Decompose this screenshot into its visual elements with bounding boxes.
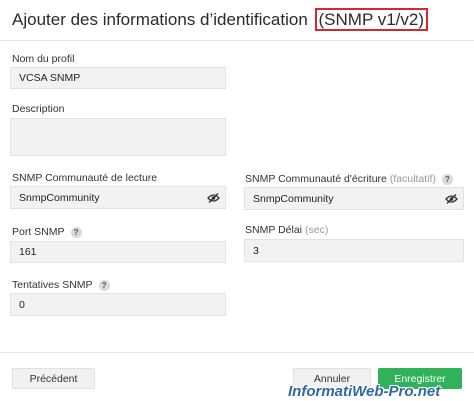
read-community-input[interactable]: SnmpCommunity: [10, 186, 226, 209]
question-circle-icon[interactable]: ?: [98, 279, 110, 291]
question-circle-icon[interactable]: ?: [441, 173, 453, 185]
profile-name-label-text: Nom du profil: [12, 53, 75, 65]
description-textarea[interactable]: [10, 118, 226, 156]
dialog-title-text: Ajouter des informations d’identificatio…: [12, 10, 308, 29]
timeout-label: SNMP Délai (sec): [245, 224, 328, 236]
dialog-title-protocol: (SNMP v1/v2): [314, 8, 429, 31]
timeout-value: 3: [253, 244, 259, 257]
read-community-value: SnmpCommunity: [19, 191, 100, 204]
description-label: Description: [12, 103, 65, 115]
dialog-title: Ajouter des informations d’identificatio…: [12, 8, 429, 31]
port-input[interactable]: 161: [10, 241, 226, 263]
question-circle-icon[interactable]: ?: [70, 226, 82, 238]
retries-label: Tentatives SNMP ?: [12, 279, 110, 291]
timeout-input[interactable]: 3: [244, 239, 464, 262]
write-community-label: SNMP Communauté d'écriture (facultatif) …: [245, 173, 453, 185]
retries-value: 0: [19, 298, 25, 311]
read-community-label: SNMP Communauté de lecture: [12, 172, 157, 184]
footer-divider: [0, 352, 474, 353]
description-label-text: Description: [12, 103, 65, 115]
watermark: InformatiWeb-Pro.net: [288, 383, 441, 400]
port-label-text: Port SNMP: [12, 226, 65, 238]
write-community-label-text: SNMP Communauté d'écriture: [245, 173, 387, 185]
profile-name-value: VCSA SNMP: [19, 72, 81, 84]
read-community-label-text: SNMP Communauté de lecture: [12, 172, 158, 184]
timeout-label-text: SNMP Délai: [245, 224, 302, 236]
write-community-input[interactable]: SnmpCommunity: [244, 187, 464, 210]
timeout-unit-hint: (sec): [305, 224, 329, 236]
eye-slash-icon[interactable]: [201, 187, 225, 208]
profile-name-label: Nom du profil: [12, 53, 74, 65]
port-label: Port SNMP ?: [12, 226, 82, 238]
previous-button[interactable]: Précédent: [12, 368, 95, 389]
title-divider: [0, 40, 474, 41]
profile-name-input[interactable]: VCSA SNMP: [10, 67, 226, 89]
write-community-value: SnmpCommunity: [253, 192, 334, 205]
retries-label-text: Tentatives SNMP: [12, 279, 93, 291]
write-community-optional-hint: (facultatif): [389, 173, 436, 185]
eye-slash-icon[interactable]: [439, 188, 463, 209]
retries-input[interactable]: 0: [10, 293, 226, 316]
port-value: 161: [19, 246, 37, 258]
